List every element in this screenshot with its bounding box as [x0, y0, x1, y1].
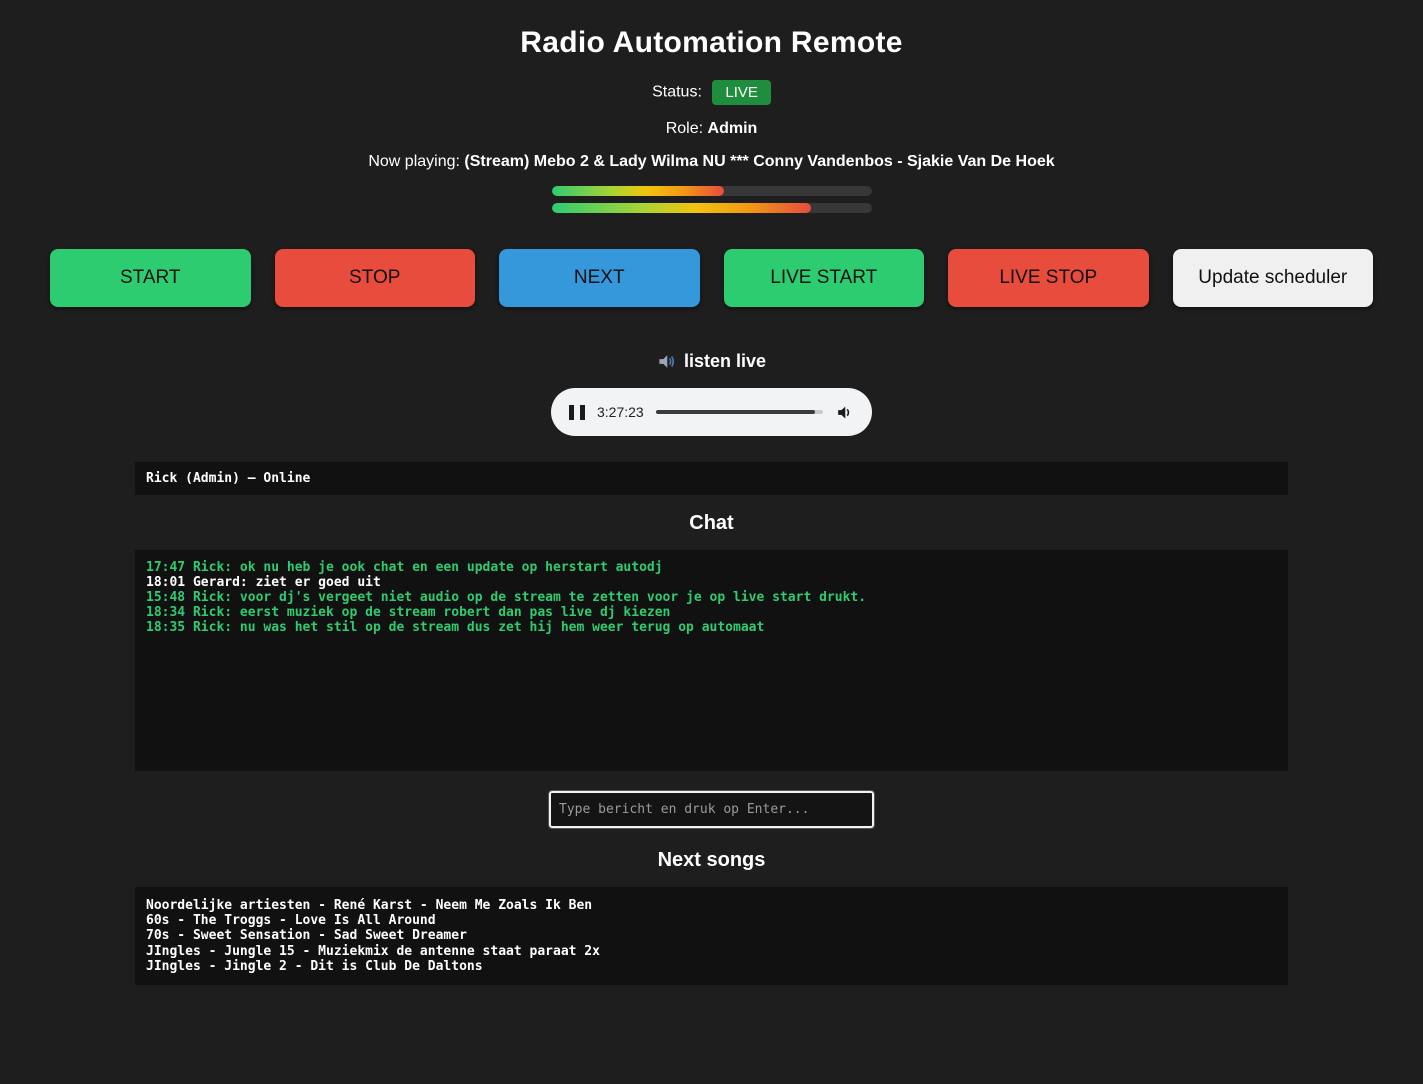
- volume-icon[interactable]: [835, 403, 854, 422]
- status-line: Status: LIVE: [0, 80, 1423, 105]
- role-value: Admin: [708, 120, 758, 137]
- page-title: Radio Automation Remote: [0, 26, 1423, 60]
- speaker-icon: [657, 352, 676, 371]
- chat-message: 18:34 Rick: eerst muziek op de stream ro…: [146, 605, 1277, 620]
- next-button[interactable]: NEXT: [499, 249, 700, 307]
- chat-messages: 17:47 Rick: ok nu heb je ook chat en een…: [135, 550, 1288, 771]
- vu-meters: [552, 186, 872, 213]
- song-item: JIngles - Jingle 2 - Dit is Club De Dalt…: [146, 959, 1277, 974]
- listen-live-line: listen live: [0, 351, 1423, 372]
- role-line: Role: Admin: [0, 120, 1423, 138]
- song-item: JIngles - Jungle 15 - Muziekmix de anten…: [146, 944, 1277, 959]
- now-playing-label: Now playing:: [368, 153, 460, 170]
- next-songs-heading: Next songs: [0, 849, 1423, 872]
- chat-message: 18:01 Gerard: ziet er goed uit: [146, 575, 1277, 590]
- player-time: 3:27:23: [597, 404, 644, 420]
- listen-live-label: listen live: [684, 351, 766, 372]
- chat-heading: Chat: [0, 512, 1423, 535]
- update-scheduler-button[interactable]: Update scheduler: [1173, 249, 1374, 307]
- role-label: Role:: [666, 120, 703, 137]
- song-item: Noordelijke artiesten - René Karst - Nee…: [146, 898, 1277, 913]
- live-start-button[interactable]: LIVE START: [724, 249, 925, 307]
- vu-meter-left: [552, 186, 872, 196]
- now-playing-value: (Stream) Mebo 2 & Lady Wilma NU *** Conn…: [464, 153, 1054, 170]
- player-progress-fill: [656, 410, 815, 414]
- now-playing-line: Now playing: (Stream) Mebo 2 & Lady Wilm…: [0, 153, 1423, 171]
- audio-player[interactable]: 3:27:23: [551, 388, 872, 436]
- chat-message: 18:35 Rick: nu was het stil op de stream…: [146, 620, 1277, 635]
- status-badge: LIVE: [712, 80, 771, 105]
- vu-meter-fill: [552, 203, 811, 213]
- pause-icon[interactable]: [569, 405, 585, 420]
- start-button[interactable]: START: [50, 249, 251, 307]
- player-progress-slider[interactable]: [656, 410, 823, 414]
- live-stop-button[interactable]: LIVE STOP: [948, 249, 1149, 307]
- presence-bar: Rick (Admin) — Online: [135, 462, 1288, 495]
- next-songs-list: Noordelijke artiesten - René Karst - Nee…: [135, 887, 1288, 985]
- chat-message: 17:47 Rick: ok nu heb je ook chat en een…: [146, 560, 1277, 575]
- stop-button[interactable]: STOP: [275, 249, 476, 307]
- song-item: 70s - Sweet Sensation - Sad Sweet Dreame…: [146, 928, 1277, 943]
- vu-meter-fill: [552, 186, 725, 196]
- chat-message: 15:48 Rick: voor dj's vergeet niet audio…: [146, 590, 1277, 605]
- song-item: 60s - The Troggs - Love Is All Around: [146, 913, 1277, 928]
- vu-meter-right: [552, 203, 872, 213]
- status-label: Status:: [652, 84, 702, 101]
- chat-input[interactable]: [549, 791, 874, 828]
- control-button-row: START STOP NEXT LIVE START LIVE STOP Upd…: [50, 249, 1373, 307]
